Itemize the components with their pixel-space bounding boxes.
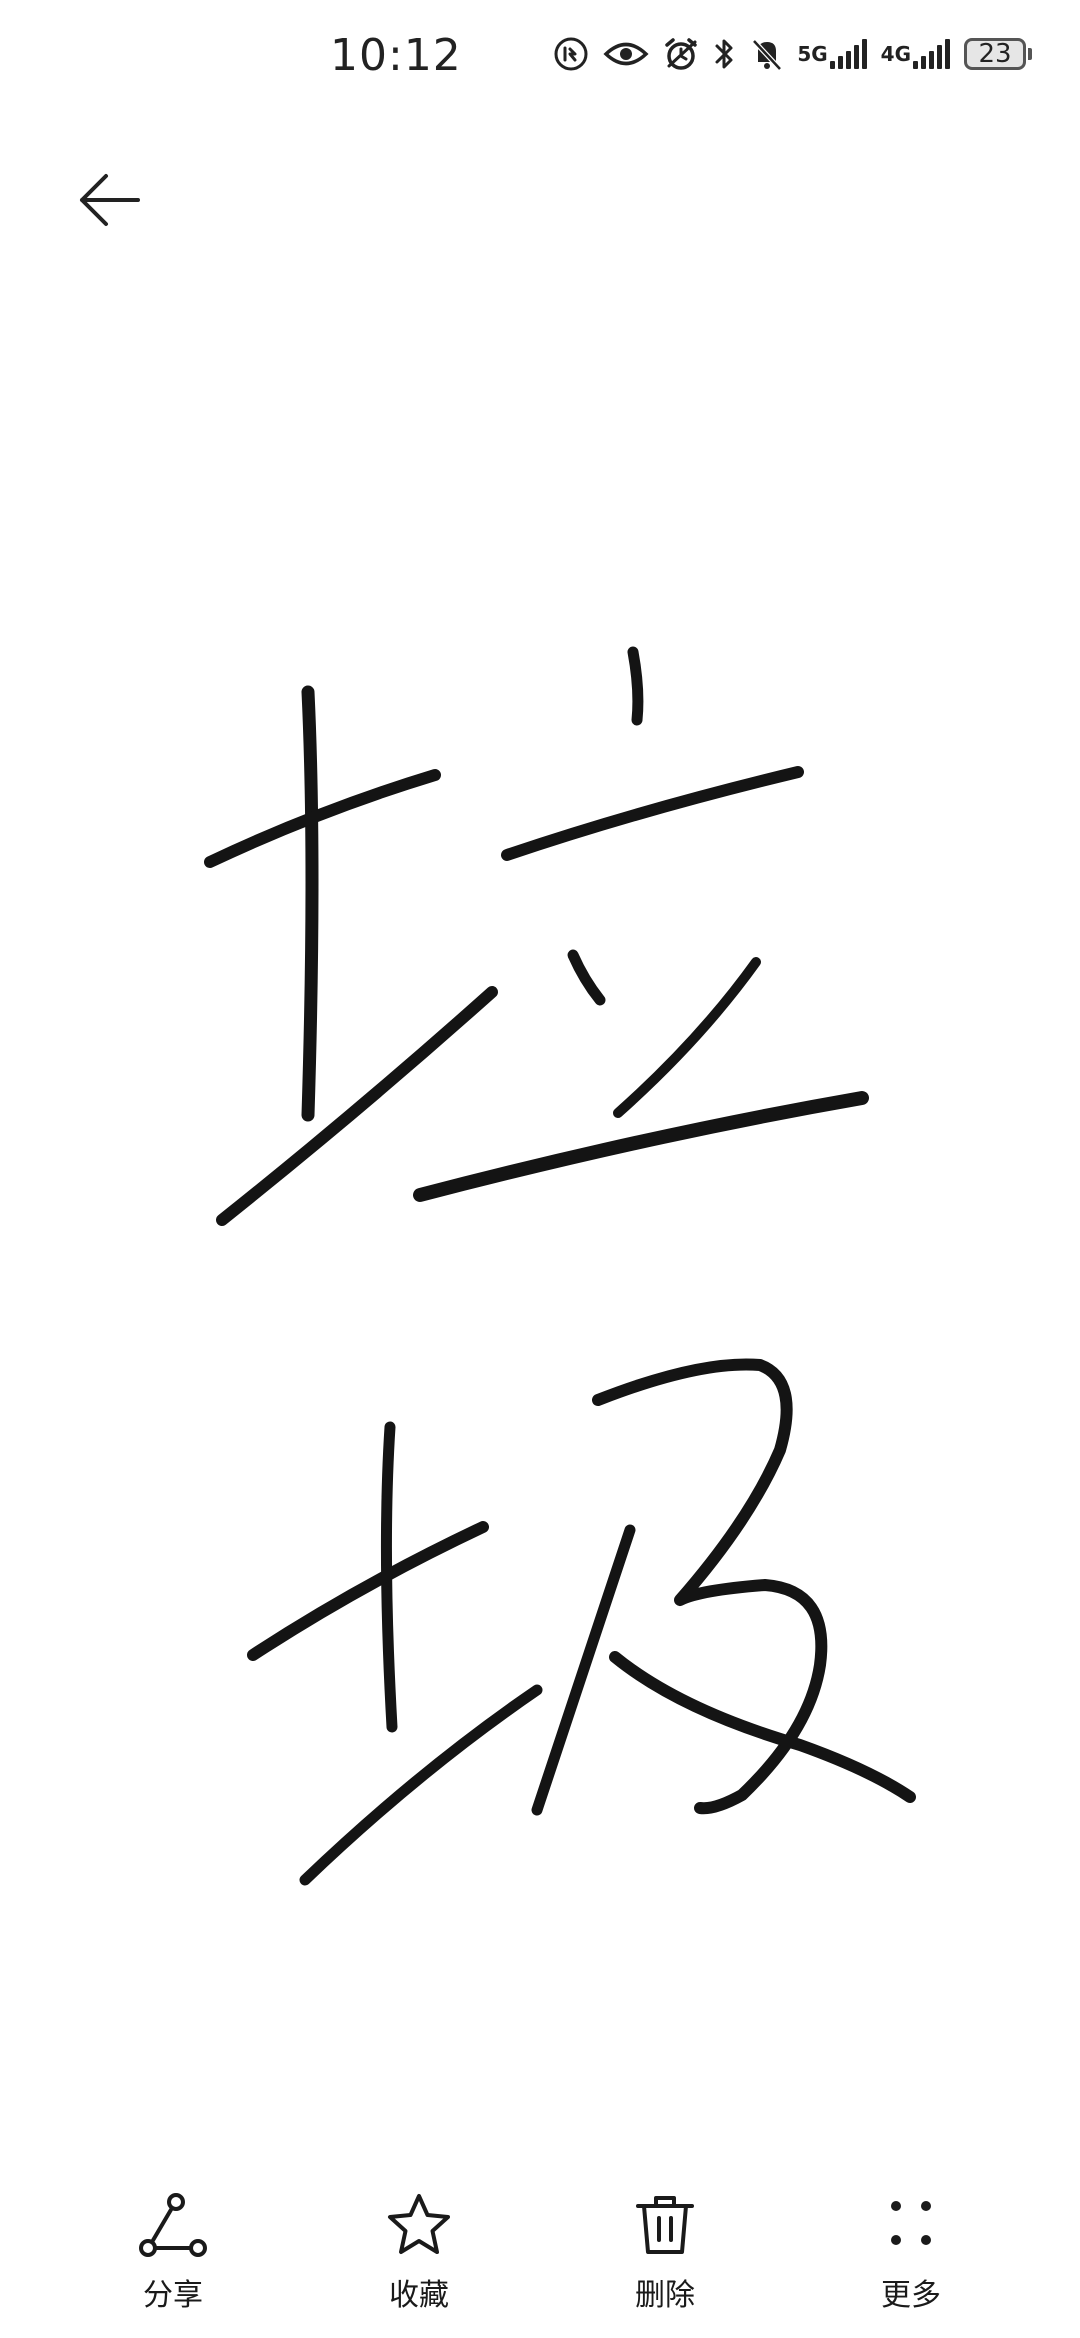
more-button[interactable]: 更多 xyxy=(846,2190,976,2320)
stroke xyxy=(501,766,804,861)
eye-comfort-icon xyxy=(603,39,649,69)
arrow-left-icon xyxy=(80,174,140,226)
stroke xyxy=(247,1521,489,1661)
signal-5g-icon: 5G xyxy=(797,39,867,69)
status-bar: 10:12 5G 4G 23 xyxy=(0,0,1080,120)
favorite-button[interactable]: 收藏 xyxy=(354,2190,484,2320)
battery-icon: 23 xyxy=(964,38,1032,70)
delete-button[interactable]: 删除 xyxy=(600,2190,730,2320)
status-icons: 5G 4G 23 xyxy=(553,36,1032,72)
bluetooth-icon xyxy=(713,36,737,72)
mute-icon xyxy=(751,36,783,72)
star-icon xyxy=(384,2190,454,2260)
favorite-label: 收藏 xyxy=(389,2278,449,2313)
stroke xyxy=(204,769,441,868)
more-dots-icon xyxy=(876,2190,946,2260)
back-button[interactable] xyxy=(70,160,150,240)
signal-4g-icon: 4G xyxy=(881,39,950,69)
share-icon xyxy=(138,2190,208,2260)
handwriting-canvas xyxy=(204,646,916,1886)
stroke xyxy=(301,685,319,1122)
alarm-icon xyxy=(663,36,699,72)
trash-icon xyxy=(630,2190,700,2260)
stroke xyxy=(531,1524,636,1816)
stroke xyxy=(299,1684,543,1886)
more-label: 更多 xyxy=(881,2278,941,2313)
share-button[interactable]: 分享 xyxy=(108,2190,238,2320)
stroke xyxy=(613,957,761,1118)
data-saver-icon xyxy=(553,36,589,72)
share-label: 分享 xyxy=(143,2278,203,2313)
stroke xyxy=(413,1091,869,1202)
delete-label: 删除 xyxy=(635,2278,695,2313)
stroke xyxy=(627,646,644,726)
bottom-toolbar: 分享 收藏 删除 更多 xyxy=(0,2190,1080,2338)
stroke xyxy=(567,949,606,1006)
status-time: 10:12 xyxy=(330,30,462,81)
battery-level: 23 xyxy=(964,38,1026,70)
